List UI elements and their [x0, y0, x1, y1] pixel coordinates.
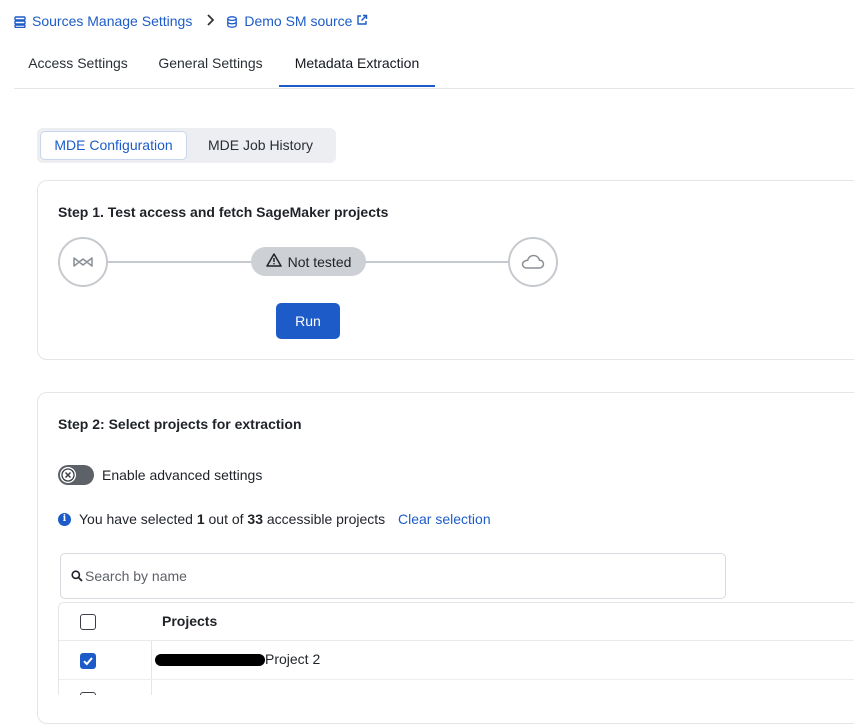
row-checkbox[interactable]: [80, 653, 96, 669]
tab-metadata-extraction[interactable]: Metadata Extraction: [279, 44, 435, 87]
project-search: [60, 553, 726, 599]
checkmark-icon: [83, 657, 93, 666]
table-row[interactable]: Project 2: [59, 641, 854, 680]
breadcrumb: Sources Manage Settings Demo SM source: [14, 12, 368, 30]
selection-suffix: accessible projects: [266, 511, 386, 527]
database-icon: [226, 15, 238, 28]
mde-segmented-control: MDE Configuration MDE Job History: [37, 128, 336, 163]
selected-count: 1: [196, 511, 205, 527]
redacted-text: [155, 654, 265, 666]
breadcrumb-source-link[interactable]: Demo SM source: [244, 13, 352, 29]
clear-selection-link[interactable]: Clear selection: [398, 511, 491, 527]
mde-configuration-button[interactable]: MDE Configuration: [41, 132, 186, 159]
tab-general-settings[interactable]: General Settings: [154, 44, 267, 87]
external-link-icon[interactable]: [356, 13, 368, 29]
breadcrumb-root-link[interactable]: Sources Manage Settings: [32, 13, 192, 29]
selection-mid: out of: [208, 511, 244, 527]
projects-column-header: Projects: [162, 613, 218, 629]
projects-table: Projects Project 2: [58, 602, 854, 695]
test-status-text: Not tested: [287, 253, 352, 270]
tab-access-settings[interactable]: Access Settings: [14, 44, 142, 87]
test-status-badge: Not tested: [251, 247, 366, 276]
flow-line-left: [106, 261, 252, 263]
flow-line-right: [365, 261, 510, 263]
table-header: Projects: [59, 603, 854, 641]
selection-prefix: You have selected: [79, 511, 193, 527]
tab-bar: Access Settings General Settings Metadat…: [14, 44, 854, 89]
step1-title: Step 1. Test access and fetch SageMaker …: [58, 204, 389, 220]
step2-title: Step 2: Select projects for extraction: [58, 416, 302, 432]
selection-summary: You have selected 1 out of 33 accessible…: [79, 511, 385, 527]
chevron-right-icon: [206, 13, 215, 29]
run-button[interactable]: Run: [276, 303, 340, 339]
database-list-icon: [14, 15, 26, 29]
select-all-checkbox[interactable]: [80, 614, 96, 630]
search-input[interactable]: [85, 566, 705, 586]
info-icon: i: [58, 513, 71, 526]
advanced-settings-toggle[interactable]: [58, 465, 94, 485]
advanced-settings-label: Enable advanced settings: [102, 467, 263, 483]
mde-job-history-button[interactable]: MDE Job History: [189, 132, 332, 159]
table-row[interactable]: [59, 680, 854, 695]
warning-icon: [265, 253, 288, 270]
active-tab-indicator: [279, 85, 435, 87]
step1-card: Step 1. Test access and fetch SageMaker …: [37, 180, 854, 360]
project-name: Project 2: [265, 651, 321, 667]
close-icon: [60, 467, 76, 483]
total-count: 33: [247, 511, 263, 527]
sagemaker-icon: [58, 237, 108, 287]
cloud-icon: [508, 237, 558, 287]
